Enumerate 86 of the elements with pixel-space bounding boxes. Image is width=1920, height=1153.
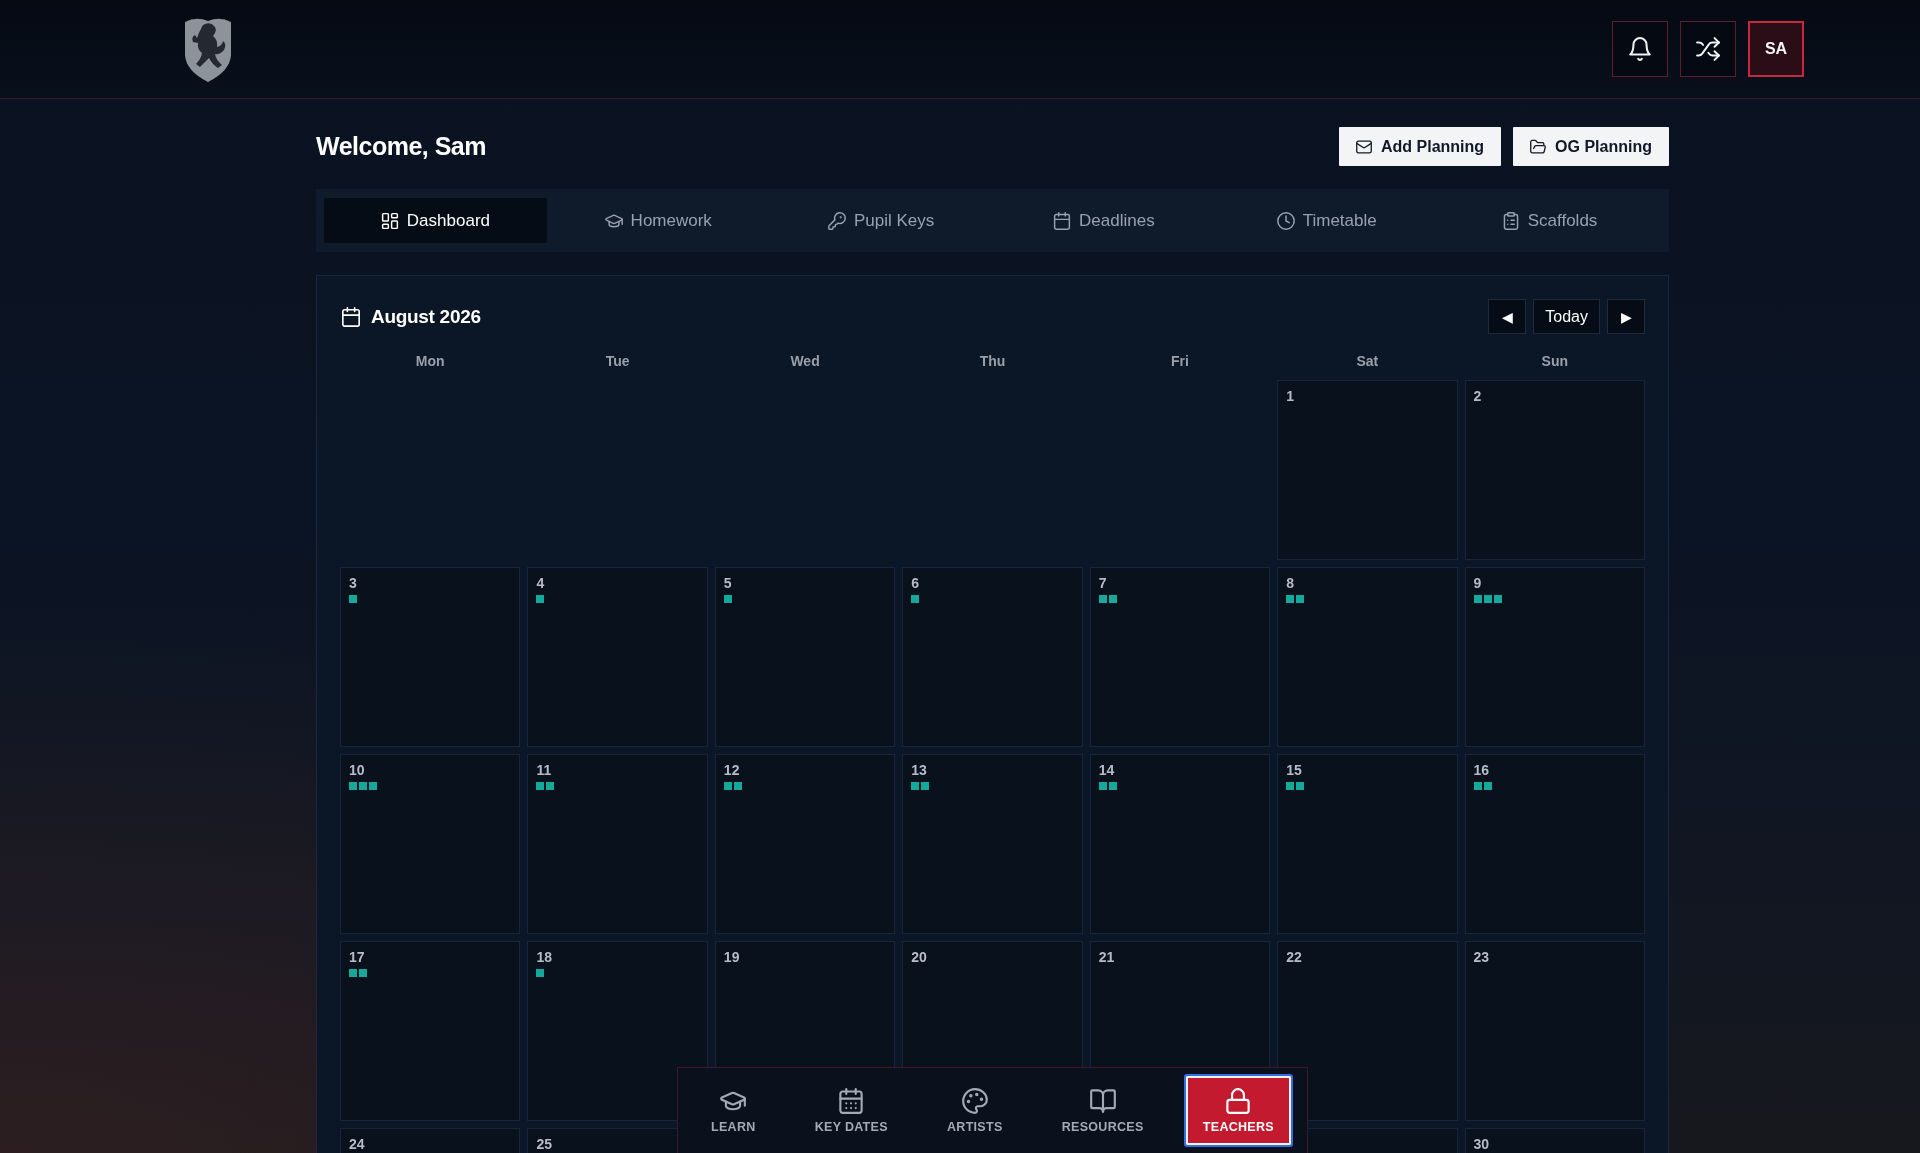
day-number: 15	[1286, 762, 1302, 778]
weekday-label: Thu	[979, 353, 1006, 369]
calendar-day-cell[interactable]: 12	[714, 754, 896, 934]
weekday-label: Mon	[415, 353, 445, 369]
day-number: 21	[1098, 949, 1115, 965]
day-number: 3	[349, 575, 357, 591]
day-number: 2	[1473, 388, 1482, 404]
shuffle-icon	[1696, 37, 1720, 61]
nav-tab[interactable]: Deadlines	[992, 198, 1216, 243]
padlock-icon	[1225, 1087, 1252, 1114]
clipboard-icon	[1501, 211, 1520, 230]
nav-tab[interactable]: Timetable	[1215, 198, 1439, 243]
shuffle-button[interactable]	[1680, 21, 1736, 77]
day-number: 6	[911, 575, 920, 591]
day-number: 7	[1098, 575, 1107, 591]
calendar-day-cell[interactable]: 17	[340, 941, 521, 1121]
user-avatar-button[interactable]: SA	[1748, 21, 1804, 77]
weekday-label: Sat	[1356, 353, 1379, 369]
calendar-day-cell[interactable]: 10	[340, 754, 521, 934]
day-number: 16	[1473, 762, 1490, 778]
og-planning-button[interactable]: OG Planning	[1513, 127, 1669, 166]
day-number: 9	[1473, 575, 1482, 591]
calendar-icon	[1053, 211, 1072, 230]
calendar-icon	[838, 1087, 865, 1114]
day-number: 19	[723, 949, 740, 965]
day-number: 24	[349, 1136, 365, 1152]
key-icon	[827, 211, 846, 230]
calendar-day-cell[interactable]: 22	[1277, 941, 1458, 1121]
calendar-day-cell[interactable]: 15	[1277, 754, 1458, 934]
open-book-icon	[1089, 1087, 1116, 1114]
next-month-button[interactable]: ▶	[1607, 299, 1645, 334]
day-number: 17	[349, 949, 365, 965]
calendar-day-cell[interactable]: 11	[527, 754, 708, 934]
dashboard-grid-icon	[380, 211, 399, 230]
calendar-day-cell[interactable]: 24	[340, 1128, 521, 1153]
calendar-day-cell[interactable]: 6	[902, 567, 1083, 747]
day-number: 30	[1473, 1136, 1490, 1152]
nav-tab[interactable]: Pupil Keys	[769, 198, 993, 243]
day-number: 23	[1473, 949, 1490, 965]
day-number: 25	[536, 1136, 552, 1152]
day-number: 4	[536, 575, 545, 591]
day-number: 8	[1286, 575, 1294, 591]
calendar-icon	[341, 306, 361, 327]
envelope-icon	[1356, 138, 1372, 155]
palette-icon	[961, 1087, 988, 1114]
calendar-day-cell[interactable]: 13	[902, 754, 1083, 934]
calendar-day-cell[interactable]: 5	[714, 567, 896, 747]
day-number: 14	[1098, 762, 1115, 778]
previous-month-button[interactable]: ◀	[1488, 299, 1527, 334]
calendar-day-cell[interactable]: 3	[340, 567, 521, 747]
calendar-day-cell[interactable]: 1	[1277, 380, 1458, 560]
calendar-day-cell[interactable]: 30	[1464, 1128, 1645, 1153]
day-number: 18	[536, 949, 552, 965]
day-number: 10	[349, 762, 365, 778]
day-number: 1	[1286, 388, 1294, 404]
weekday-label: Fri	[1170, 353, 1189, 369]
calendar-day-cell[interactable]: 16	[1464, 754, 1645, 934]
add-planning-button[interactable]: Add Planning	[1339, 127, 1502, 166]
folder-icon	[1530, 138, 1547, 155]
calendar-day-cell[interactable]: 14	[1089, 754, 1271, 934]
weekday-label: Sun	[1541, 353, 1568, 369]
day-number: 13	[911, 762, 927, 778]
clock-icon	[1276, 211, 1295, 230]
day-number: 5	[723, 575, 732, 591]
month-title: August 2026	[371, 305, 481, 328]
calendar-day-cell[interactable]: 9	[1464, 567, 1645, 747]
calendar-day-cell[interactable]: 18	[527, 941, 708, 1121]
today-button[interactable]: Today	[1533, 299, 1600, 334]
nav-tab[interactable]: Homework	[546, 198, 770, 243]
calendar-day-cell[interactable]: 7	[1089, 567, 1271, 747]
bottom-nav-item[interactable]: TEACHERS	[1183, 1074, 1293, 1147]
day-number: 20	[911, 949, 927, 965]
day-number: 22	[1286, 949, 1302, 965]
calendar-day-cell[interactable]: 8	[1277, 567, 1458, 747]
weekday-label: Tue	[605, 353, 630, 369]
bell-icon	[1628, 37, 1652, 61]
weekday-label: Wed	[790, 353, 820, 369]
day-number: 11	[536, 762, 552, 778]
welcome-heading: Welcome, Sam	[316, 132, 486, 161]
nav-tab[interactable]: Dashboard	[324, 198, 547, 243]
day-number: 12	[723, 762, 740, 778]
notifications-button[interactable]	[1612, 21, 1668, 77]
nav-tab[interactable]: Scaffolds	[1438, 198, 1661, 243]
calendar-day-cell[interactable]: 23	[1464, 941, 1645, 1121]
calendar-day-cell[interactable]: 4	[527, 567, 708, 747]
calendar-day-cell[interactable]: 2	[1464, 380, 1645, 560]
